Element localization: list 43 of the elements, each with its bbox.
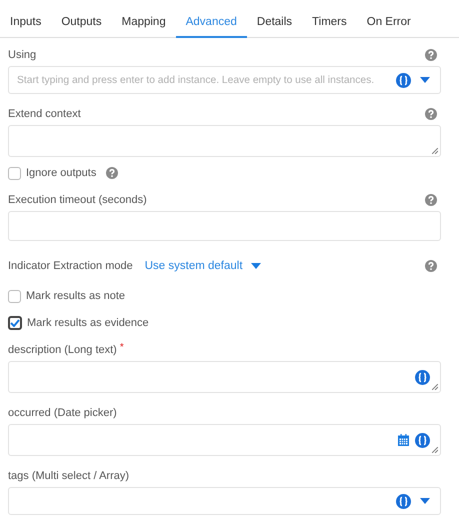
braces-icon[interactable] — [415, 432, 430, 448]
help-icon[interactable] — [425, 49, 437, 61]
input-field[interactable] — [8, 125, 441, 157]
braces-icon[interactable] — [396, 494, 411, 508]
field-label: description (Long text) — [8, 344, 117, 356]
tab[interactable]: Outputs — [51, 8, 112, 38]
braces-icon[interactable] — [415, 370, 430, 384]
resize-grip-icon[interactable] — [432, 384, 438, 390]
field-label: Using — [8, 49, 36, 61]
checkbox[interactable] — [8, 316, 22, 330]
help-icon[interactable] — [425, 108, 437, 120]
braces-icon[interactable] — [396, 72, 411, 88]
checkbox-label: Ignore outputs — [26, 167, 96, 179]
help-icon[interactable] — [425, 194, 437, 206]
tab[interactable]: Timers — [302, 8, 357, 38]
tab[interactable]: Advanced — [176, 8, 247, 38]
checkbox[interactable] — [8, 290, 21, 302]
calendar-icon[interactable] — [398, 434, 409, 446]
input-field[interactable] — [8, 211, 441, 241]
required-mark: * — [120, 342, 124, 353]
caret-icon — [250, 263, 261, 269]
field-label: tags (Multi select / Array) — [8, 470, 130, 482]
checkbox-label: Mark results as evidence — [27, 317, 149, 329]
input-field[interactable] — [8, 424, 441, 456]
help-icon[interactable] — [425, 260, 437, 272]
caret-icon[interactable] — [420, 77, 430, 83]
resize-grip-icon[interactable] — [432, 148, 438, 154]
field-label: occurred (Date picker) — [8, 407, 117, 419]
field-label: Extend context — [8, 108, 81, 120]
caret-icon[interactable] — [420, 498, 430, 504]
field-label: Execution timeout (seconds) — [8, 194, 147, 206]
tab[interactable]: Details — [246, 8, 302, 38]
checkbox-label: Mark results as note — [26, 290, 126, 302]
resize-grip-icon[interactable] — [432, 447, 438, 453]
tab[interactable]: On Error — [356, 8, 421, 38]
input-field[interactable] — [8, 487, 441, 515]
mode-dropdown[interactable]: Use system default — [144, 260, 261, 272]
tab[interactable]: Inputs — [0, 8, 52, 38]
field-label: Indicator Extraction mode — [8, 260, 133, 272]
tab[interactable]: Mapping — [112, 8, 176, 38]
checkbox[interactable] — [8, 166, 21, 180]
help-icon[interactable] — [106, 167, 118, 179]
input-field[interactable] — [8, 361, 441, 393]
